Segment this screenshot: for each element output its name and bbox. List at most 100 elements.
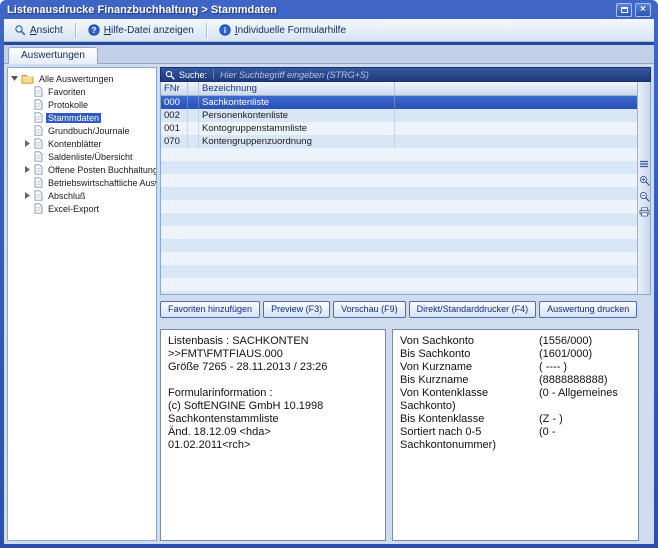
list-icon[interactable] <box>639 159 650 170</box>
cell-flag <box>188 96 199 109</box>
tree-item-saldenliste-uebersicht[interactable]: Saldenliste/Übersicht <box>9 150 155 163</box>
param-value: (0 - <box>539 426 631 439</box>
print-icon[interactable] <box>639 207 650 218</box>
column-header-bezeichnung[interactable]: Bezeichnung <box>199 82 395 95</box>
table-row[interactable]: 070Kontengruppenzuordnung <box>161 135 637 148</box>
icon-strip <box>637 82 650 294</box>
param-line: Von Kontenklasse(0 - Allgemeines <box>400 387 631 400</box>
search-bar: Suche: <box>160 67 651 82</box>
zoom-in-icon[interactable] <box>639 175 650 186</box>
tree-item-kontenblaetter[interactable]: Kontenblätter <box>9 137 155 150</box>
info-line: Listenbasis : SACHKONTEN <box>168 335 378 348</box>
vorschau-f9-button[interactable]: Vorschau (F9) <box>333 301 406 318</box>
param-value: ( ---- ) <box>539 361 631 374</box>
table-row[interactable]: 001Kontogruppenstammliste <box>161 122 637 135</box>
tree-item-label: Betriebswirtschaftliche Auswertungen <box>46 178 157 188</box>
cell-bezeichnung: Sachkontenliste <box>199 96 395 109</box>
info-line: (c) SoftENGINE GmbH 10.1998 <box>168 400 378 413</box>
favoriten-hinzufuegen-button[interactable]: Favoriten hinzufügen <box>160 301 260 318</box>
toolbar-button-hilfe-datei-anzeigen[interactable]: ?Hilfe-Datei anzeigen <box>81 21 201 39</box>
info-line: >>FMT\FMTFIAUS.000 <box>168 348 378 361</box>
param-line: Von Kurzname( ---- ) <box>400 361 631 374</box>
tree-item-abschluss[interactable]: Abschluß <box>9 189 155 202</box>
window-title: Listenausdrucke Finanzbuchhaltung > Stam… <box>7 4 277 16</box>
page-icon <box>34 177 43 188</box>
info-line <box>168 374 378 387</box>
direkt-standarddrucker-f4-button[interactable]: Direkt/Standarddrucker (F4) <box>409 301 537 318</box>
title-bar[interactable]: Listenausdrucke Finanzbuchhaltung > Stam… <box>4 0 654 19</box>
info-line: Formularinformation : <box>168 387 378 400</box>
cell-fnr: 070 <box>161 135 188 148</box>
table-row[interactable]: 002Personenkontenliste <box>161 109 637 122</box>
close-button[interactable]: × <box>635 3 651 17</box>
search-input[interactable] <box>220 70 646 80</box>
tree-item-excel-export[interactable]: Excel-Export <box>9 202 155 215</box>
table-filler <box>161 148 637 294</box>
param-line: Sachkontonummer) <box>400 439 631 452</box>
tab-auswertungen[interactable]: Auswertungen <box>8 47 98 64</box>
tab-label: Auswertungen <box>21 50 85 61</box>
tree-item-protokolle[interactable]: Protokolle <box>9 98 155 111</box>
tree-item-betriebswirtschaftliche-auswertungen[interactable]: Betriebswirtschaftliche Auswertungen <box>9 176 155 189</box>
zoom-out-icon[interactable] <box>639 191 650 202</box>
page-icon <box>34 99 43 110</box>
results-area: FNr Bezeichnung 000 Sachkontenliste002Per… <box>160 82 651 295</box>
cell-flag <box>188 109 199 122</box>
param-line: Sachkonto) <box>400 400 631 413</box>
tree-item-offene-posten-buchhaltung[interactable]: Offene Posten Buchhaltung <box>9 163 155 176</box>
search-icon <box>165 70 175 80</box>
column-header-flag[interactable] <box>188 82 199 95</box>
info-box: Listenbasis : SACHKONTEN>>FMT\FMTFIAUS.0… <box>160 329 386 541</box>
toolbar-button-label: Hilfe-Datei anzeigen <box>104 25 194 36</box>
tree-root-alle-auswertungen[interactable]: Alle Auswertungen <box>9 72 155 85</box>
expand-icon[interactable] <box>24 140 31 147</box>
auswertung-drucken-button[interactable]: Auswertung drucken <box>539 301 637 318</box>
cell-fnr: 000 <box>161 96 188 109</box>
param-label: Von Sachkonto <box>400 335 539 348</box>
form-help-icon: i <box>219 24 231 36</box>
column-header-fnr[interactable]: FNr <box>161 82 188 95</box>
preview-f3-button[interactable]: Preview (F3) <box>263 301 330 318</box>
cell-flag <box>188 135 199 148</box>
param-label: Sortiert nach 0-5 <box>400 426 539 439</box>
view-icon <box>14 24 26 36</box>
expand-icon[interactable] <box>24 166 31 173</box>
param-value: (1601/000) <box>539 348 631 361</box>
expand-icon[interactable] <box>24 192 31 199</box>
tree-item-label: Stammdaten <box>46 113 101 123</box>
param-line: Bis Kontenklasse(Z - ) <box>400 413 631 426</box>
param-line: Sortiert nach 0-5(0 - <box>400 426 631 439</box>
param-label: Von Kurzname <box>400 361 539 374</box>
toolbar: Ansicht ?Hilfe-Datei anzeigen iIndividuell… <box>4 19 654 42</box>
tree-item-stammdaten[interactable]: Stammdaten <box>9 111 155 124</box>
tree: Alle AuswertungenFavoriten Protokolle Stam… <box>7 67 157 541</box>
collapse-icon[interactable] <box>11 76 18 81</box>
page-icon <box>34 125 43 136</box>
search-label: Suche: <box>179 70 207 80</box>
page-icon <box>34 112 43 123</box>
tree-item-label: Protokolle <box>46 100 90 110</box>
tree-item-grundbuch-journale[interactable]: Grundbuch/Journale <box>9 124 155 137</box>
page-icon <box>34 190 43 201</box>
table-row[interactable]: 000 Sachkontenliste <box>161 96 637 109</box>
svg-text:i: i <box>224 26 226 35</box>
tab-strip: Auswertungen <box>4 45 654 64</box>
folder-icon <box>21 73 34 84</box>
param-label: Von Kontenklasse <box>400 387 539 400</box>
toolbar-button-label: Ansicht <box>30 25 63 36</box>
toolbar-button-ansicht[interactable]: Ansicht <box>7 21 70 39</box>
page-icon <box>34 164 43 175</box>
restore-icon <box>621 7 628 13</box>
page-icon <box>34 138 43 149</box>
param-label: Bis Kontenklasse <box>400 413 539 426</box>
param-line: Bis Sachkonto(1601/000) <box>400 348 631 361</box>
toolbar-button-individuelle-formularhilfe[interactable]: iIndividuelle Formularhilfe <box>212 21 353 39</box>
restore-button[interactable] <box>616 3 632 17</box>
tree-item-favoriten[interactable]: Favoriten <box>9 85 155 98</box>
param-label: Sachkontonummer) <box>400 439 539 452</box>
param-line: Bis Kurzname(8888888888) <box>400 374 631 387</box>
info-line: Sachkontenstammliste <box>168 413 378 426</box>
tree-root-label: Alle Auswertungen <box>37 74 116 84</box>
search-separator <box>213 70 214 79</box>
cell-empty <box>395 135 637 148</box>
